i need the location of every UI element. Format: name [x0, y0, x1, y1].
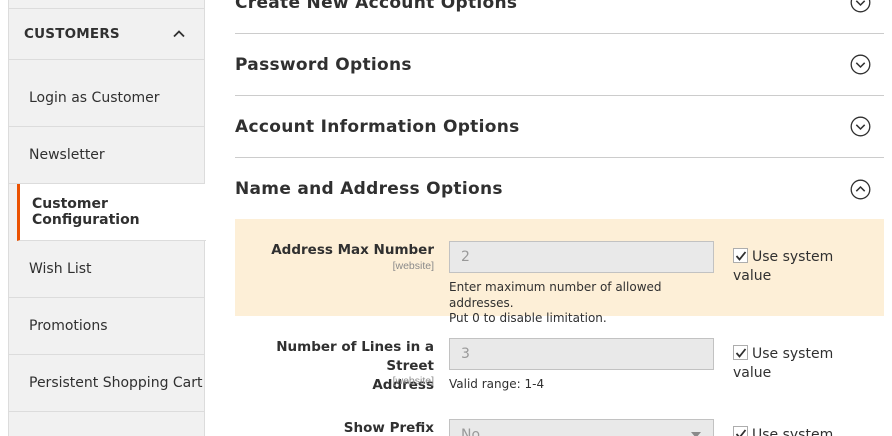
checkbox[interactable] [733, 345, 748, 360]
checkbox-label: value [733, 268, 772, 284]
sidebar-item-label: Promotions [29, 318, 108, 334]
checkbox-label: Use system [752, 346, 834, 362]
sidebar-item-label: Newsletter [29, 147, 105, 163]
sidebar-item-promotions[interactable]: Promotions [9, 298, 204, 355]
field-label-show-prefix: Show Prefix [343, 420, 434, 436]
checkmark-icon [735, 251, 747, 261]
checkbox-label: Use system [752, 427, 834, 436]
sidebar-item-label: Wish List [29, 261, 92, 277]
field-scope: [website] [392, 260, 434, 272]
sidebar-item-label: Login as Customer [29, 90, 160, 106]
sidebar-item-persistent-shopping-cart[interactable]: Persistent Shopping Cart [9, 355, 204, 412]
input-value: 3 [461, 346, 470, 362]
sidebar-item-label: Persistent Shopping Cart [29, 375, 203, 391]
sidebar-item-customer-configuration[interactable]: Customer Configuration [17, 184, 206, 241]
section-password-options[interactable]: Password Options [235, 34, 884, 96]
section-create-new-account-options[interactable]: Create New Account Options [235, 0, 884, 34]
show-prefix-select[interactable]: No [449, 419, 714, 436]
collapse-circle-icon [850, 179, 871, 199]
field-note: Enter maximum number of allowed addresse… [449, 280, 729, 327]
sidebar-item-label: Customer Configuration [32, 196, 140, 228]
section-title: Name and Address Options [235, 179, 503, 199]
expand-circle-icon [850, 54, 871, 75]
use-system-value-checkbox[interactable]: Use system [733, 426, 853, 436]
field-scope: [website] [392, 375, 434, 387]
checkbox[interactable] [733, 426, 748, 436]
select-value: No [461, 427, 481, 436]
field-label-line: Number of Lines in a Street [276, 339, 434, 374]
dropdown-arrow-icon [691, 432, 701, 436]
chevron-up-icon [173, 30, 185, 38]
street-lines-input[interactable]: 3 [449, 338, 714, 370]
address-max-number-input[interactable]: 2 [449, 241, 714, 273]
use-system-value-checkbox[interactable]: Use system value [733, 345, 853, 383]
checkmark-icon [735, 429, 747, 436]
section-title: Create New Account Options [235, 0, 518, 13]
checkbox[interactable] [733, 248, 748, 263]
checkmark-icon [735, 348, 747, 358]
sidebar-section-header[interactable]: CUSTOMERS [9, 8, 204, 60]
section-title: Account Information Options [235, 116, 520, 137]
expand-circle-icon [850, 0, 871, 13]
section-name-and-address-options[interactable]: Name and Address Options [235, 158, 884, 220]
section-account-information-options[interactable]: Account Information Options [235, 96, 884, 158]
sidebar-section-title: CUSTOMERS [24, 26, 120, 42]
input-value: 2 [461, 249, 470, 265]
checkbox-label: Use system [752, 249, 834, 265]
use-system-value-checkbox[interactable]: Use system value [733, 248, 853, 286]
field-label-address-max-number: Address Max Number [271, 242, 434, 258]
sidebar-item-wish-list[interactable]: Wish List [9, 241, 204, 298]
sidebar-item-login-as-customer[interactable]: Login as Customer [9, 70, 204, 127]
field-note: Valid range: 1-4 [449, 377, 545, 391]
config-main-panel: Create New Account Options Password Opti… [235, 0, 884, 436]
sidebar-nav: CUSTOMERS Login as Customer Newsletter C… [8, 0, 206, 436]
section-title: Password Options [235, 54, 412, 75]
expand-circle-icon [850, 116, 871, 137]
field-note-line: Put 0 to disable limitation. [449, 311, 607, 325]
sidebar-item-newsletter[interactable]: Newsletter [9, 127, 204, 184]
field-note-line: Enter maximum number of allowed addresse… [449, 280, 662, 310]
checkbox-label: value [733, 365, 772, 381]
